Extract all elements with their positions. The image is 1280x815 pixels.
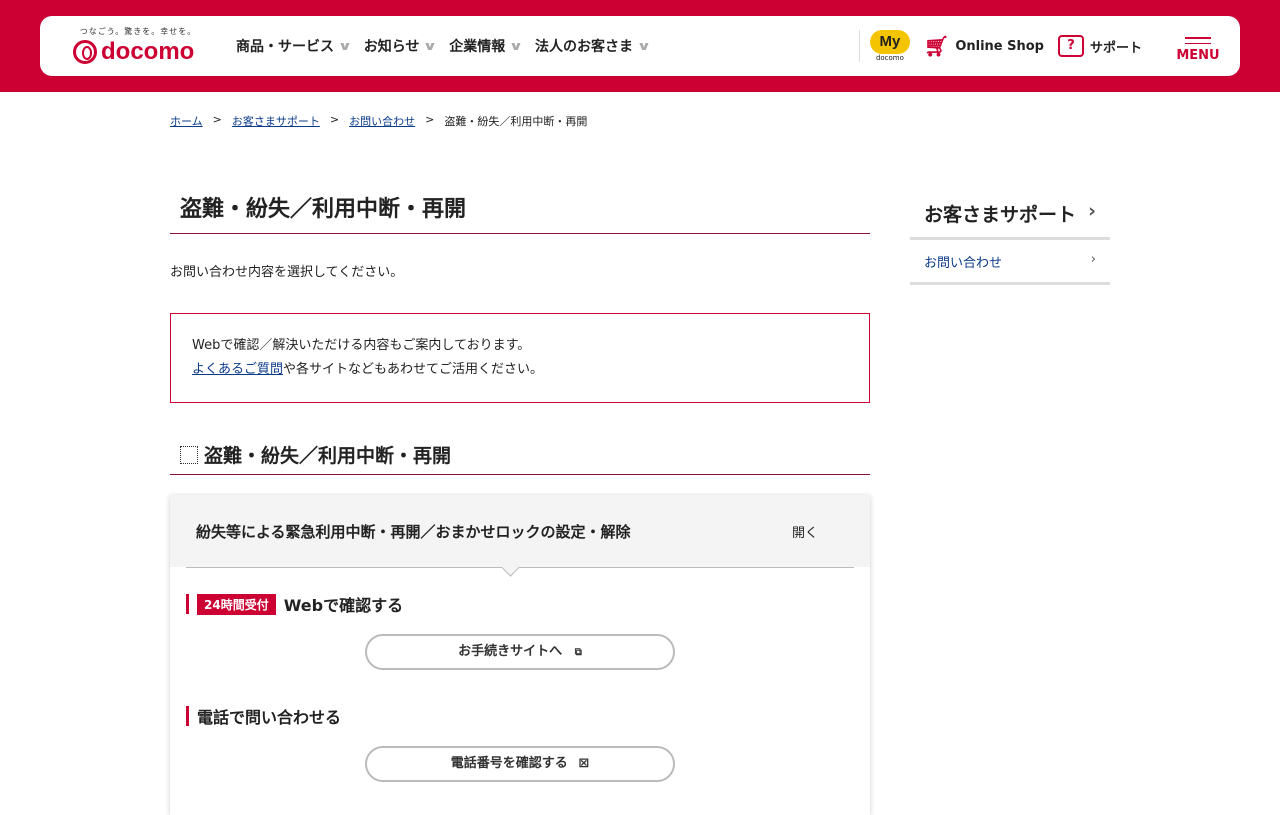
cart-icon: 🛒︎ <box>923 34 950 58</box>
24h-badge: 24時間受付 <box>197 593 276 615</box>
chevron-right-icon: › <box>1090 252 1096 267</box>
docomo-logo[interactable]: つなごう。驚きを。幸せを。 docomo <box>73 26 203 66</box>
phone-icon <box>180 445 198 464</box>
menu-button[interactable]: MENU <box>1156 29 1240 63</box>
tagline: つなごう。驚きを。幸せを。 <box>79 27 197 36</box>
breadcrumb-support[interactable]: お客さまサポート <box>232 113 320 129</box>
support-link[interactable]: ? サポート <box>1057 35 1142 57</box>
accordion: 紛失等による緊急利用中断・再開／おまかせロックの設定・解除 開く 24時間受付 We… <box>170 495 870 815</box>
my-docomo-icon: My <box>869 30 910 54</box>
breadcrumb-contact[interactable]: お問い合わせ <box>349 113 415 129</box>
hamburger-icon <box>1185 37 1211 39</box>
chevron-down-icon: ∨ <box>636 39 652 53</box>
chevron-right-icon: › <box>1088 200 1096 222</box>
chevron-down-icon: ∨ <box>508 39 524 53</box>
nav-corporate[interactable]: 企業情報 ∨ <box>449 36 524 56</box>
page-title: 盗難・紛失／利用中断・再開 <box>170 185 870 234</box>
divider <box>858 30 860 62</box>
web-heading: 24時間受付 Webで確認する <box>186 593 854 615</box>
top-bar: つなごう。驚きを。幸せを。 docomo 商品・サービス ∨ お知らせ ∨ 企業情報… <box>0 0 1280 92</box>
sidebar-title[interactable]: お客さまサポート › <box>910 193 1110 240</box>
nav-business[interactable]: 法人のお客さま ∨ <box>535 36 652 56</box>
sidebar: お客さまサポート › お問い合わせ › <box>910 193 1110 285</box>
chevron-down-icon: ∨ <box>423 39 438 53</box>
accordion-toggle[interactable]: 開く <box>792 522 818 541</box>
breadcrumb-home[interactable]: ホーム <box>170 113 203 129</box>
nav-products[interactable]: 商品・サービス ∨ <box>236 36 353 56</box>
header: つなごう。驚きを。幸せを。 docomo 商品・サービス ∨ お知らせ ∨ 企業情報… <box>40 16 1240 76</box>
breadcrumb: ホーム > お客さまサポート > お問い合わせ > 盗難・紛失／利用中断・再開 <box>170 113 588 129</box>
expand-icon: ⊠ <box>578 756 590 771</box>
check-phone-button[interactable]: 電話番号を確認する ⊠ <box>365 746 675 782</box>
breadcrumb-current: 盗難・紛失／利用中断・再開 <box>444 115 588 128</box>
faq-link[interactable]: よくあるご質問 <box>192 362 283 377</box>
phone-heading: 電話で問い合わせる <box>186 706 854 727</box>
global-nav: 商品・サービス ∨ お知らせ ∨ 企業情報 ∨ 法人のお客さま ∨ <box>236 16 652 76</box>
procedure-site-button[interactable]: お手続きサイトへ ⧉ <box>365 634 675 670</box>
nav-news[interactable]: お知らせ ∨ <box>364 36 438 56</box>
accordion-header[interactable]: 紛失等による緊急利用中断・再開／おまかせロックの設定・解除 開く <box>170 495 870 567</box>
sidebar-item-contact[interactable]: お問い合わせ › <box>910 240 1110 285</box>
question-icon: ? <box>1057 35 1084 57</box>
brand-name: docomo <box>101 38 195 65</box>
chevron-down-icon: ∨ <box>337 39 353 53</box>
section-title: 盗難・紛失／利用中断・再開 <box>170 441 870 475</box>
online-shop-link[interactable]: 🛒︎ Online Shop <box>924 34 1044 58</box>
docomo-logo-icon <box>73 40 97 64</box>
external-link-icon: ⧉ <box>574 647 582 658</box>
info-box: Webで確認／解決いただける内容もご案内しております。 よくあるご質問や各サイト… <box>170 313 870 403</box>
my-docomo-link[interactable]: My docomo <box>869 30 910 62</box>
lead-text: お問い合わせ内容を選択してください。 <box>170 265 404 280</box>
